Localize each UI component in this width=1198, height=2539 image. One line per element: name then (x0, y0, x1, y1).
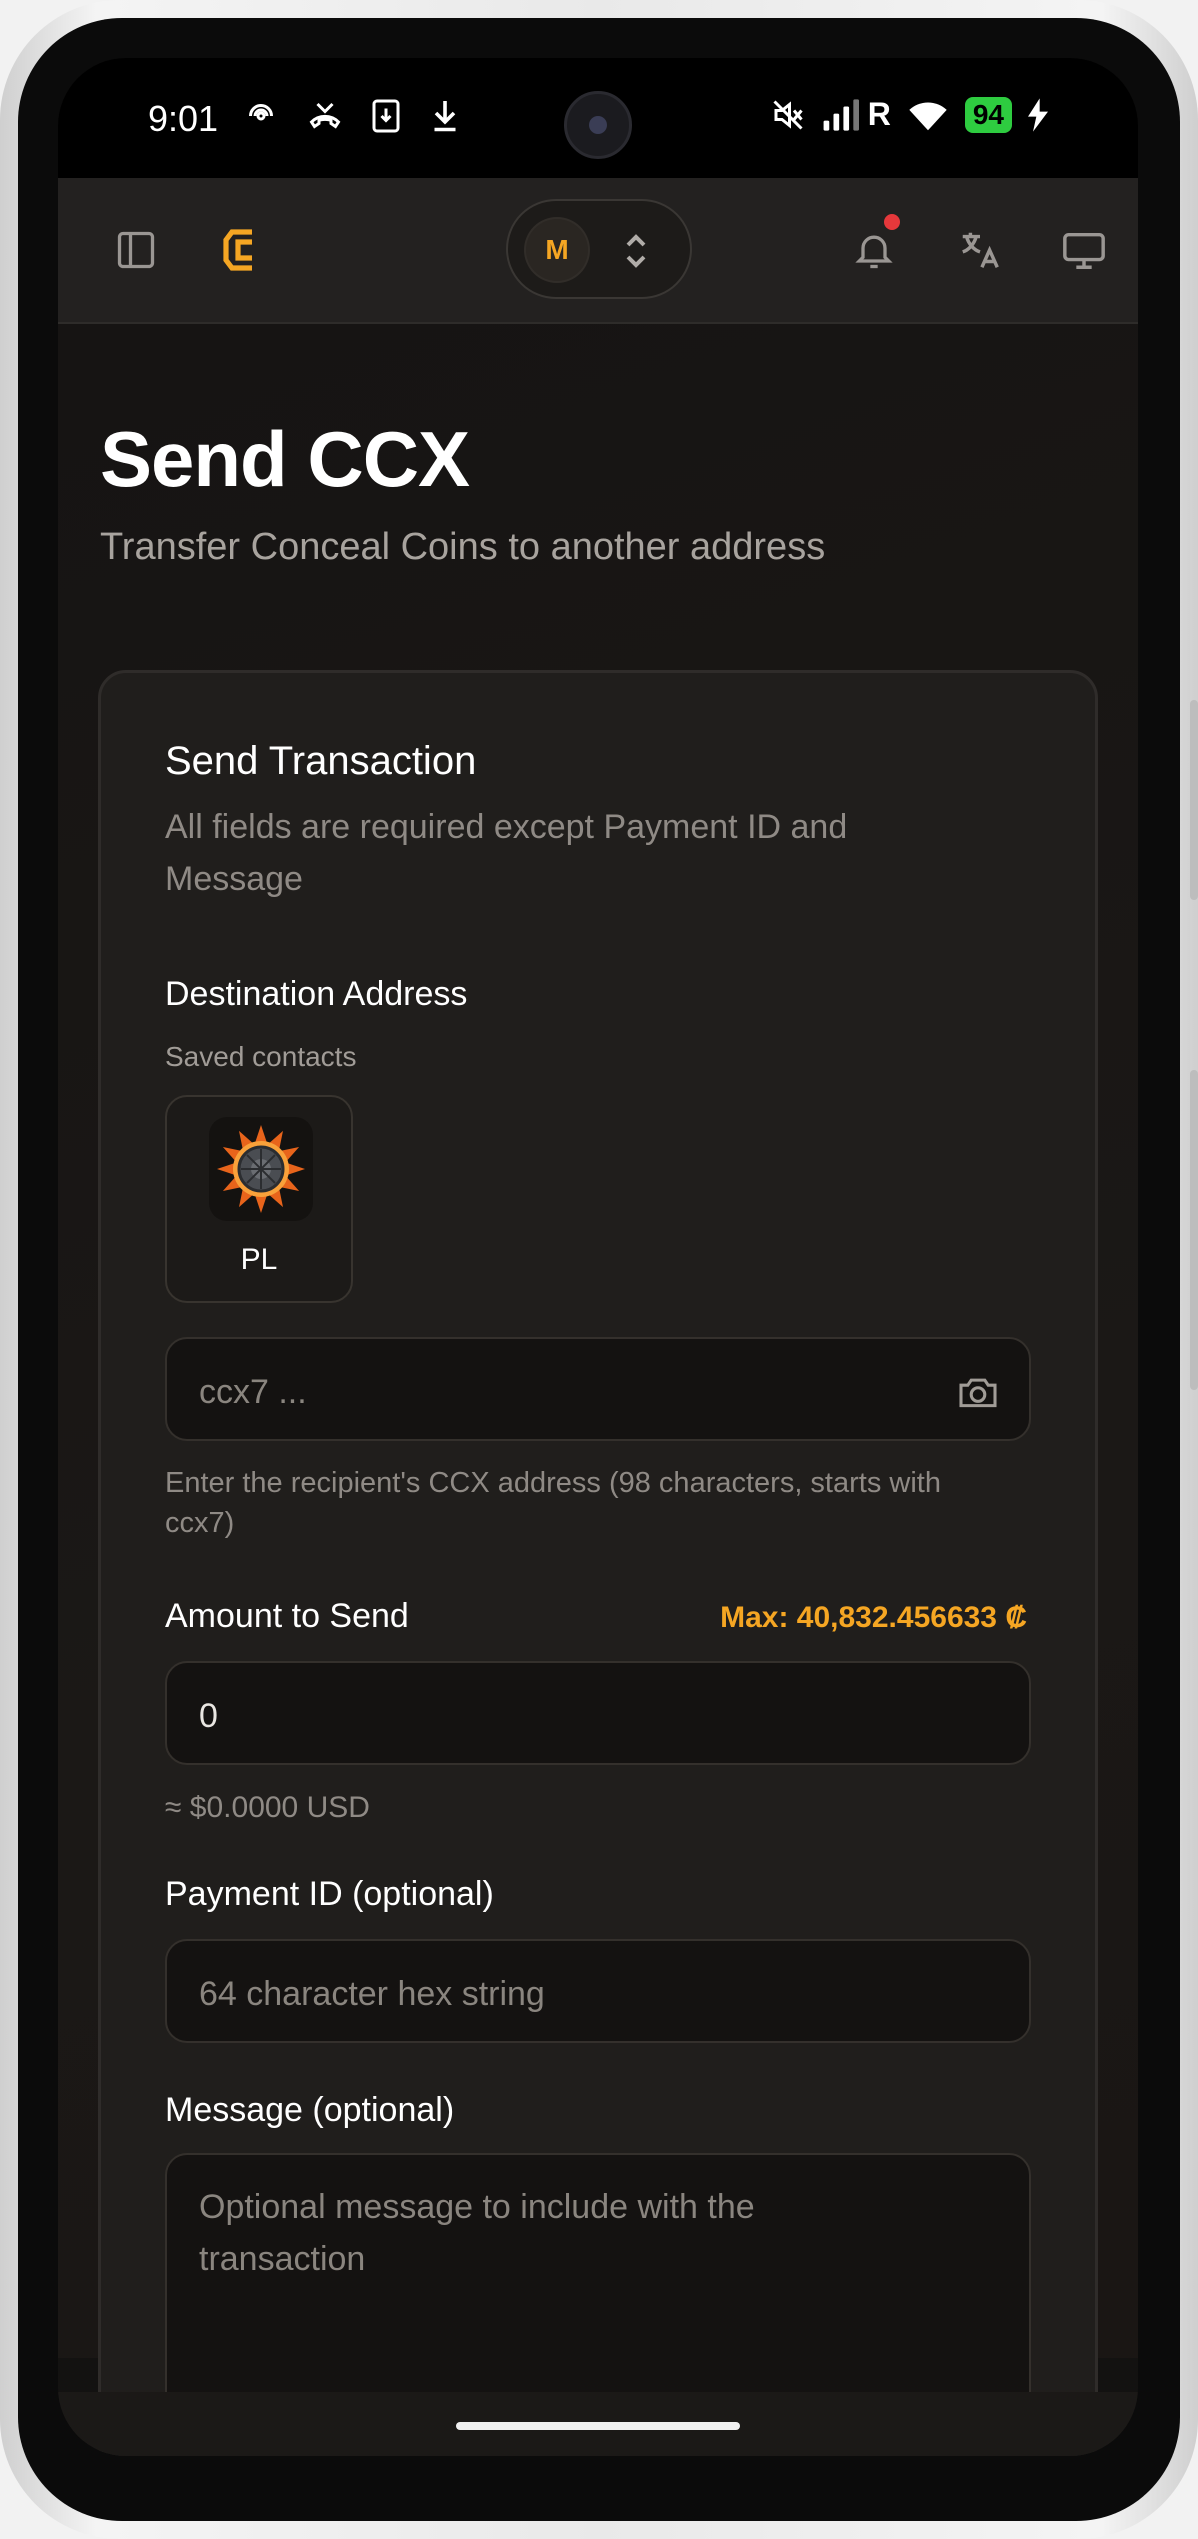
contact-avatar (209, 1117, 313, 1221)
hotspot-icon (249, 104, 273, 121)
max-amount-link[interactable]: Max: 40,832.456633 ₡ (720, 1601, 1027, 1635)
notifications-button[interactable] (842, 214, 906, 282)
payment-id-input[interactable]: 64 character hex string (165, 1939, 1031, 2043)
volume-button (1190, 700, 1198, 900)
amount-input[interactable]: 0 (165, 1661, 1031, 1765)
main-content: Send CCX Transfer Conceal Coins to anoth… (58, 324, 1138, 2456)
saved-contacts-label: Saved contacts (165, 1041, 357, 1072)
destination-address-input[interactable]: ccx7 ... (165, 1337, 1031, 1441)
address-placeholder: ccx7 ... (199, 1373, 307, 1411)
gesture-nav-bar (58, 2392, 1138, 2456)
account-switcher[interactable]: M (506, 199, 692, 299)
home-indicator[interactable] (456, 2422, 740, 2430)
monitor-icon (1063, 232, 1105, 269)
payment-id-placeholder: 64 character hex string (199, 1975, 545, 2013)
amount-label: Amount to Send (165, 1597, 409, 1635)
translate-button[interactable] (948, 218, 1012, 282)
account-avatar: M (526, 219, 588, 281)
status-bar: 9:01 R 94 (58, 58, 1138, 178)
saved-contact[interactable]: PL (165, 1095, 353, 1303)
payment-id-label: Payment ID (optional) (165, 1875, 494, 1913)
wifi-icon (909, 101, 947, 130)
battery-indicator: 94 (964, 96, 1012, 133)
destination-label: Destination Address (165, 975, 468, 1013)
translate-icon (962, 232, 999, 268)
send-transaction-card: Send Transaction All fields are required… (98, 670, 1098, 2456)
roaming-indicator: R (867, 96, 891, 132)
charging-icon (1028, 97, 1048, 132)
address-help-text: Enter the recipient's CCX address (98 ch… (165, 1467, 941, 1539)
app-logo[interactable] (208, 218, 272, 282)
page-subtitle: Transfer Conceal Coins to another addres… (100, 526, 826, 568)
status-notification-icons (243, 98, 461, 134)
front-camera (564, 91, 632, 159)
status-system-icons: R 94 (770, 96, 1048, 133)
power-button (1190, 1070, 1198, 1390)
signal-icon (823, 98, 859, 131)
contact-name: PL (240, 1243, 278, 1276)
camera-scan-icon[interactable] (957, 1375, 999, 1409)
screen: 9:01 R 94 M Send CCX Transfer Conceal Co… (58, 58, 1138, 2456)
display-mode-button[interactable] (1052, 218, 1116, 282)
status-time: 9:01 (148, 98, 219, 139)
sim-download-icon (372, 99, 400, 133)
card-subtitle: All fields are required except Payment I… (165, 808, 848, 898)
sidebar-toggle-icon[interactable] (104, 218, 168, 282)
usd-estimate: ≈ $0.0000 USD (165, 1791, 370, 1824)
card-title: Send Transaction (165, 739, 477, 783)
amount-value: 0 (199, 1697, 218, 1735)
bell-icon (855, 235, 893, 269)
download-icon (434, 101, 456, 132)
chevron-up-down-icon (620, 227, 652, 277)
missed-call-icon (309, 102, 341, 129)
message-label: Message (optional) (165, 2091, 455, 2129)
mute-icon (773, 99, 803, 130)
page-title: Send CCX (100, 415, 470, 503)
notification-dot (884, 214, 900, 230)
message-placeholder: Optional message to include with the tra… (199, 2188, 755, 2278)
app-header: M (58, 178, 1138, 324)
